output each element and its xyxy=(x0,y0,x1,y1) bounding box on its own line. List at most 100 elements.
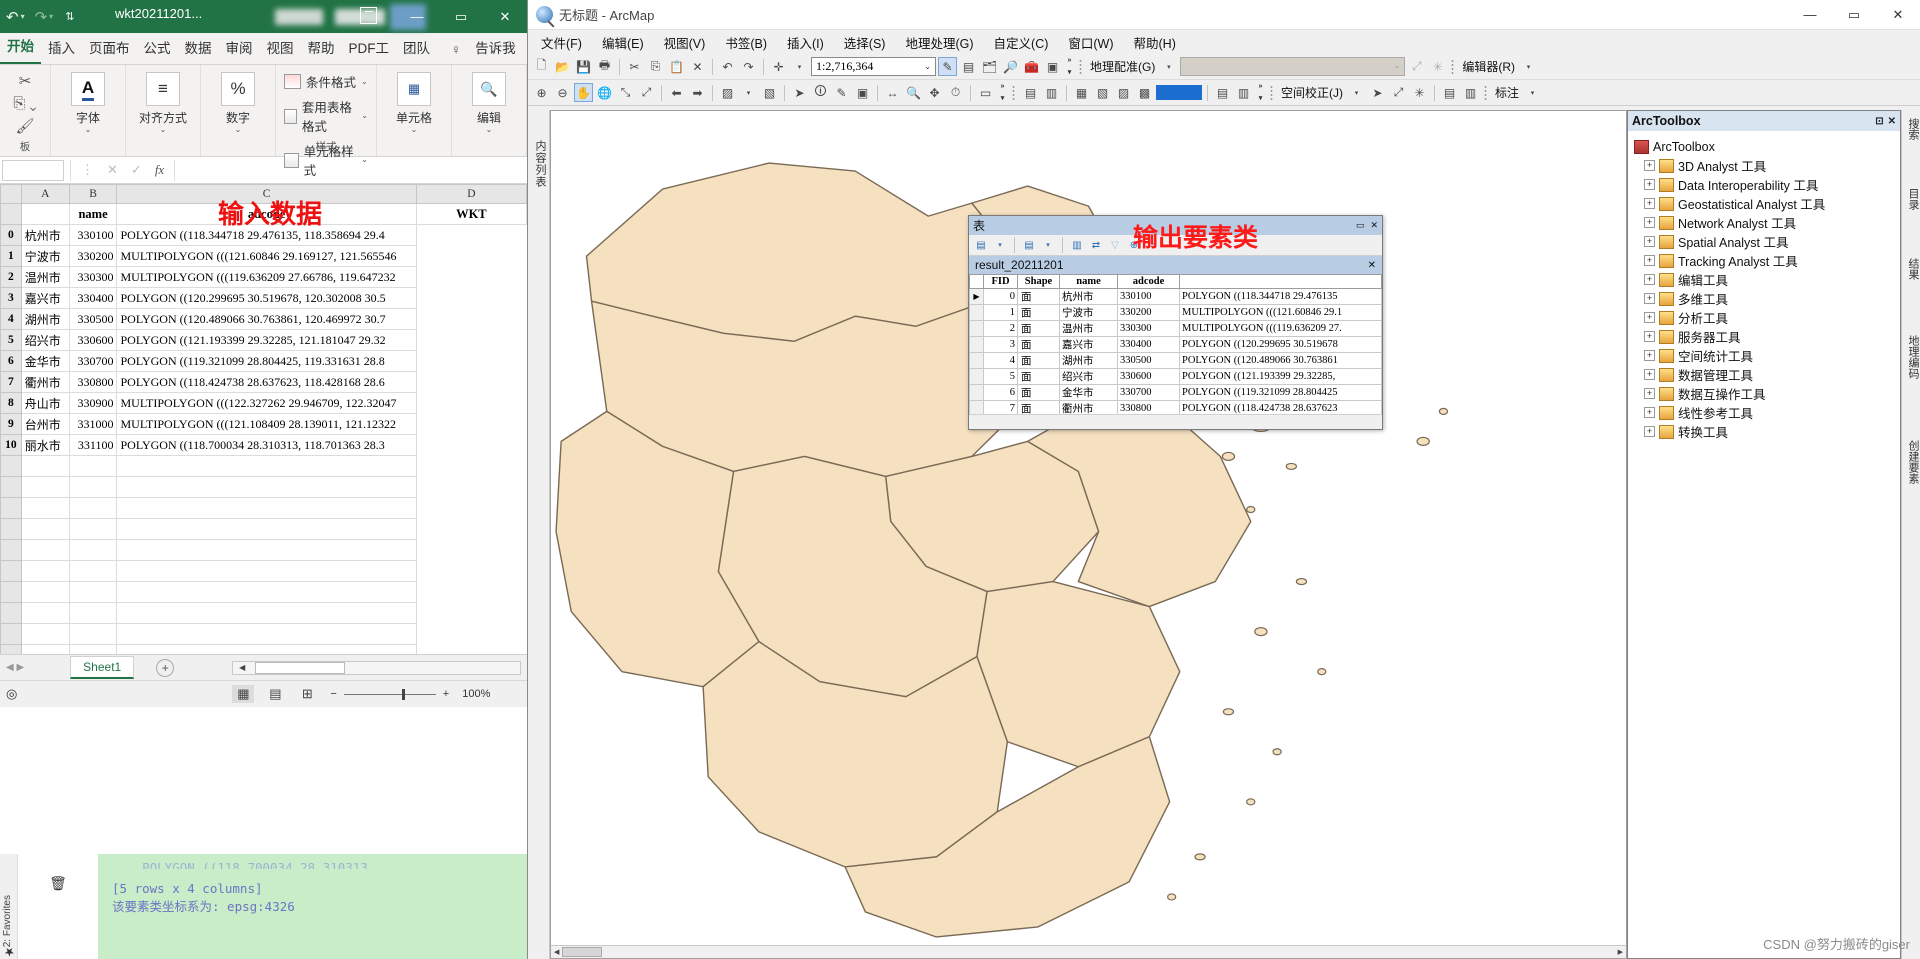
attribute-table-layer-tab[interactable]: result_20211201 ✕ xyxy=(969,256,1382,274)
cell-adcode[interactable]: 330100 xyxy=(1118,289,1180,305)
close-icon[interactable]: ✕ xyxy=(1888,116,1896,127)
page-break-view-button[interactable]: ⊞ xyxy=(296,685,318,703)
row-selector[interactable]: ▶ xyxy=(970,289,984,305)
cell-wkt[interactable]: POLYGON ((119.321099 28.804425, 119.3316… xyxy=(117,351,416,372)
ribbon-tab-formulas[interactable]: 公式 xyxy=(137,33,178,64)
python-window-icon[interactable]: ▣ xyxy=(1043,57,1062,76)
table-row[interactable]: 4湖州市330500POLYGON ((120.489066 30.763861… xyxy=(1,309,527,330)
row-selector[interactable] xyxy=(970,321,984,337)
console-toolbar[interactable]: 🗑 xyxy=(18,854,98,959)
cell-shape[interactable]: 面 xyxy=(1018,305,1060,321)
zoom-out-icon[interactable]: ⊖ xyxy=(553,83,572,102)
ribbon-tab-strip[interactable]: 开始 插入 页面布 公式 数据 审阅 视图 帮助 PDF工 团队 ♀ 告诉我 xyxy=(0,33,527,65)
open-icon[interactable]: 📂 xyxy=(553,57,572,76)
expand-icon[interactable]: + xyxy=(1644,331,1655,342)
menu-view[interactable]: 视图(V) xyxy=(661,31,709,54)
cell-wkt[interactable]: MULTIPOLYGON (((121.60846 29.169127, 121… xyxy=(117,246,416,267)
labeling-icon-4[interactable]: ▧ xyxy=(1093,83,1112,102)
redo-icon[interactable]: ↷ xyxy=(739,57,758,76)
dock-create-features-label[interactable]: 创建要素 xyxy=(1905,440,1920,484)
right-dock-strip[interactable]: 搜索 目录 结果 地理编码 创建要素 xyxy=(1901,110,1920,959)
arctoolbox-item-12[interactable]: +数据互操作工具 xyxy=(1632,384,1896,403)
cell-adcode[interactable]: 330300 xyxy=(1118,321,1180,337)
row-header[interactable]: 5 xyxy=(1,330,22,351)
name-box[interactable] xyxy=(2,160,64,181)
accessibility-icon[interactable]: ◎ xyxy=(0,686,17,702)
cell-name[interactable]: 宁波市 xyxy=(21,246,69,267)
row-header[interactable]: 1 xyxy=(1,246,22,267)
table-row[interactable]: 6面金华市330700POLYGON ((119.321099 28.80442… xyxy=(970,385,1382,401)
alignment-button[interactable]: ≡ 对齐方式 ⌄ xyxy=(134,68,192,134)
expand-icon[interactable]: + xyxy=(1644,350,1655,361)
ribbon-tab-data[interactable]: 数据 xyxy=(178,33,219,64)
expand-icon[interactable]: + xyxy=(1644,255,1655,266)
star-icon[interactable]: ★ xyxy=(4,945,15,959)
editor-toolbar-icon[interactable]: ✎ xyxy=(938,57,957,76)
chevron-down-icon[interactable]: ⌄ xyxy=(361,156,368,164)
zoom-in-button[interactable]: + xyxy=(443,688,449,700)
arctoolbox-item-0[interactable]: +3D Analyst 工具 xyxy=(1632,156,1896,175)
undo-dropdown-icon[interactable]: ▾ xyxy=(21,12,25,21)
insert-function-icon[interactable]: fx xyxy=(155,162,164,178)
table-row[interactable]: 7衢州市330800POLYGON ((118.424738 28.637623… xyxy=(1,372,527,393)
row-header[interactable]: 2 xyxy=(1,267,22,288)
row-header[interactable]: 9 xyxy=(1,414,22,435)
undo-icon[interactable]: ↶ xyxy=(718,57,737,76)
cell-wkt[interactable]: POLYGON ((120.489066 30.763861, 120.4699… xyxy=(117,309,416,330)
html-popup-icon[interactable]: ▣ xyxy=(853,83,872,102)
spatial-adjustment-dropdown-icon[interactable]: ▾ xyxy=(1347,83,1366,102)
cell-wkt[interactable]: POLYGON ((120.299695 30.519678, 120.3020… xyxy=(117,288,416,309)
cell-shape[interactable]: 面 xyxy=(1018,369,1060,385)
sa-select-icon[interactable]: ➤ xyxy=(1368,83,1387,102)
cell-wkt[interactable]: POLYGON ((118.424738 28.637623, 118.4281… xyxy=(117,372,416,393)
zoom-slider-knob[interactable] xyxy=(402,689,405,700)
cell-name[interactable]: 温州市 xyxy=(1060,321,1118,337)
switch-selection-icon[interactable]: ⇄ xyxy=(1088,238,1104,253)
close-icon[interactable]: ✕ xyxy=(1370,220,1378,231)
paste-icon[interactable]: 📋 xyxy=(667,57,686,76)
arctoolbox-tree[interactable]: ArcToolbox +3D Analyst 工具 +Data Interope… xyxy=(1628,131,1900,447)
quick-access-toolbar[interactable]: ↶ ▾ ↷ ▾ ⇅ xyxy=(0,8,74,26)
tell-me-input[interactable]: 告诉我 xyxy=(468,33,523,64)
table-row[interactable]: 4面湖州市330500POLYGON ((120.489066 30.76386… xyxy=(970,353,1382,369)
table-row[interactable]: 10丽水市331100POLYGON ((118.700034 28.31031… xyxy=(1,435,527,456)
expand-icon[interactable]: + xyxy=(1644,293,1655,304)
arctoolbox-item-3[interactable]: +Network Analyst 工具 xyxy=(1632,213,1896,232)
cell-name[interactable]: 湖州市 xyxy=(1060,353,1118,369)
arctoolbox-item-8[interactable]: +分析工具 xyxy=(1632,308,1896,327)
arctoolbox-item-14[interactable]: +转换工具 xyxy=(1632,422,1896,441)
chevron-down-icon[interactable]: ⌄ xyxy=(1394,61,1401,70)
cell-name[interactable]: 金华市 xyxy=(21,351,69,372)
arctoolbox-item-7[interactable]: +多维工具 xyxy=(1632,289,1896,308)
row-selector[interactable] xyxy=(970,369,984,385)
attribute-table-window-buttons[interactable]: ▭ ✕ xyxy=(1356,220,1378,231)
menu-customize[interactable]: 自定义(C) xyxy=(991,31,1052,54)
cells-button[interactable]: ▦ 单元格 ⌄ xyxy=(385,68,443,134)
view-link-table-icon[interactable]: ✳ xyxy=(1428,57,1447,76)
column-header-wkt[interactable] xyxy=(1180,275,1382,289)
table-row[interactable]: 1宁波市330200MULTIPOLYGON (((121.60846 29.1… xyxy=(1,246,527,267)
cut-icon[interactable]: ✂ xyxy=(19,72,32,90)
expand-icon[interactable]: + xyxy=(1644,369,1655,380)
view-buttons[interactable]: ▦ ▤ ⊞ xyxy=(232,685,318,703)
cell-adcode[interactable]: 330600 xyxy=(1118,369,1180,385)
cell-fid[interactable]: 2 xyxy=(984,321,1018,337)
empty-row[interactable] xyxy=(1,561,527,582)
arctoolbox-item-1[interactable]: +Data Interoperability 工具 xyxy=(1632,175,1896,194)
menu-edit[interactable]: 编辑(E) xyxy=(599,31,647,54)
sa-table-icon[interactable]: ▤ xyxy=(1440,83,1459,102)
cell-adcode[interactable]: 331000 xyxy=(69,414,117,435)
menu-windows[interactable]: 窗口(W) xyxy=(1065,31,1116,54)
labeling-menu-label[interactable]: 标注 xyxy=(1493,84,1521,101)
cell-fid[interactable]: 0 xyxy=(984,289,1018,305)
table-options-dropdown-icon[interactable]: ▾ xyxy=(992,238,1008,253)
arctoolbox-item-13[interactable]: +线性参考工具 xyxy=(1632,403,1896,422)
toolbar-grip[interactable] xyxy=(1012,84,1017,102)
excel-maximize-button[interactable]: ▭ xyxy=(439,0,483,33)
labeling-icon-1[interactable]: ▤ xyxy=(1021,83,1040,102)
cell-a-header[interactable] xyxy=(21,204,69,225)
row-header[interactable]: 8 xyxy=(1,393,22,414)
column-header-a[interactable]: A xyxy=(21,185,69,204)
sa-link-icon[interactable]: ⤢ xyxy=(1389,83,1408,102)
find-icon[interactable]: 🔍 xyxy=(904,83,923,102)
